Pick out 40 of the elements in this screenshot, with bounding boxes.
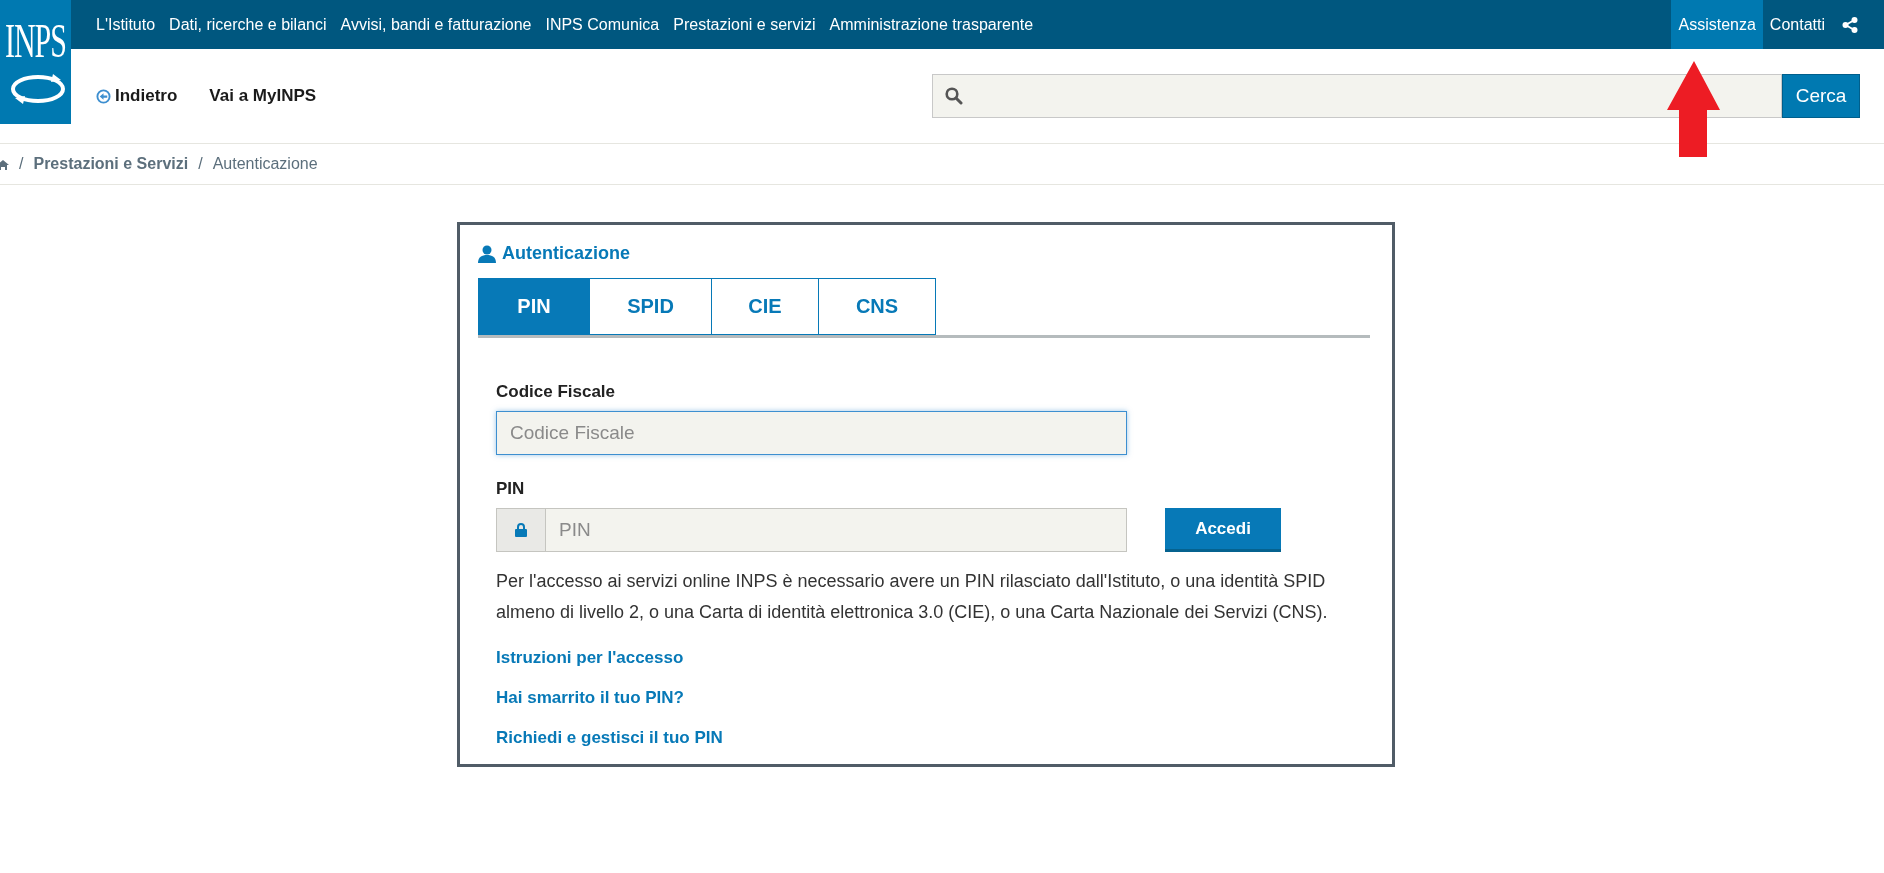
nav-link[interactable]: Avvisi, bandi e fatturazione (333, 0, 539, 49)
nav-link[interactable]: Prestazioni e servizi (666, 0, 823, 49)
arrow-icon (1667, 61, 1721, 157)
home-icon[interactable] (0, 158, 9, 170)
card-title: Autenticazione (502, 243, 630, 264)
breadcrumb-separator: / (19, 155, 24, 173)
field-label: Codice Fiscale (496, 382, 617, 402)
password-field[interactable]: PIN (545, 508, 1127, 552)
tab[interactable]: PIN (478, 278, 590, 335)
breadcrumb-link[interactable]: Prestazioni e Servizi (33, 155, 189, 173)
swirl-icon (9, 72, 67, 106)
breadcrumb-current: Autenticazione (212, 155, 318, 173)
back-icon (96, 88, 111, 104)
search-field[interactable] (932, 74, 1782, 118)
input-field[interactable]: Codice Fiscale (496, 411, 1127, 455)
logo-text: INPS (4, 17, 66, 65)
back-link[interactable]: Indietro (96, 86, 178, 106)
tab[interactable]: SPID (590, 278, 712, 335)
tab[interactable]: CIE (712, 278, 819, 335)
nav-link[interactable]: INPS Comunica (538, 0, 667, 49)
login-button[interactable]: Accedi (1165, 508, 1281, 552)
nav-link[interactable]: Dati, ricerche e bilanci (162, 0, 334, 49)
user-icon (478, 244, 496, 263)
search-button[interactable]: Cerca (1782, 74, 1860, 118)
nav-link[interactable]: Assistenza (1671, 0, 1763, 49)
field-label: PIN (496, 479, 526, 499)
lock-icon (515, 523, 527, 537)
share-icon[interactable] (1842, 16, 1858, 33)
myinps-link[interactable]: Vai a MyINPS (209, 86, 317, 106)
nav-link[interactable]: L'Istituto (89, 0, 163, 49)
info-paragraph: Per l'accesso ai servizi online INPS è necessario avere un PIN rilasciato dall'Istituto, o una identità SPID almeno di livello 2, o una Carta di identità elettronica 3.0 (CIE), o una Carta Nazionale dei Servizi (CNS). (496, 570, 1329, 624)
nav-link[interactable]: Amministrazione trasparente (822, 0, 1041, 49)
breadcrumb-separator: / (198, 155, 203, 173)
help-link[interactable]: Istruzioni per l'accesso (496, 648, 684, 668)
search-icon (945, 87, 963, 105)
tab[interactable]: CNS (819, 278, 936, 335)
nav-link[interactable]: Contatti (1762, 0, 1832, 49)
help-link[interactable]: Hai smarrito il tuo PIN? (496, 688, 684, 708)
help-link[interactable]: Richiedi e gestisci il tuo PIN (496, 728, 723, 748)
logo[interactable]: INPS (0, 0, 71, 124)
